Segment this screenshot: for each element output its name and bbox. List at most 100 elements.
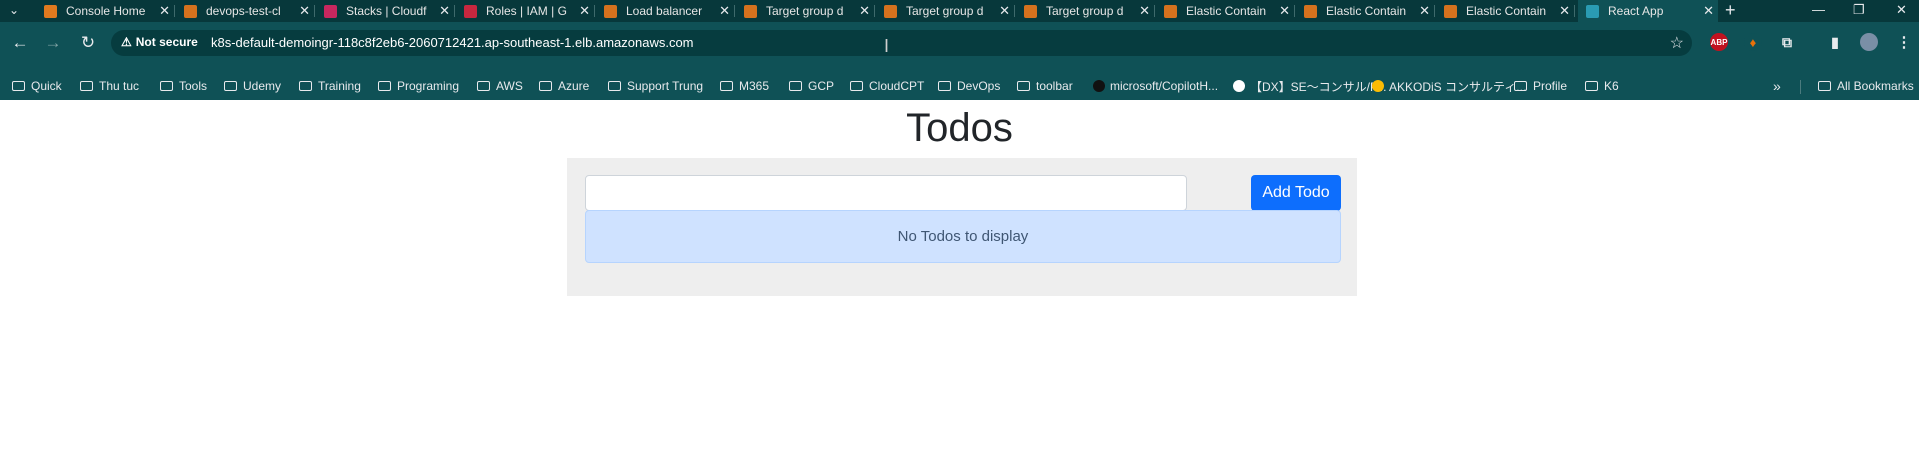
- tab-title: Elastic Contain: [1186, 4, 1267, 18]
- url-text[interactable]: k8s-default-demoingr-118c8f2eb6-20607124…: [211, 35, 694, 50]
- tab-title: devops-test-cl: [206, 4, 281, 18]
- tab-close-icon[interactable]: ✕: [1703, 3, 1714, 19]
- folder-icon: [1585, 81, 1598, 91]
- tab-8[interactable]: Target group d ✕: [1016, 0, 1155, 22]
- tab-close-icon[interactable]: ✕: [439, 3, 450, 19]
- bookmark-item[interactable]: GCP: [789, 78, 834, 94]
- folder-icon: [477, 81, 490, 91]
- tab-favicon-icon: [1586, 4, 1599, 18]
- tab-12[interactable]: React App ✕: [1578, 0, 1718, 22]
- bookmark-item[interactable]: M365: [720, 78, 769, 94]
- todo-input[interactable]: [585, 175, 1187, 211]
- tab-7[interactable]: Target group d ✕: [876, 0, 1015, 22]
- bookmark-item[interactable]: CloudCPT: [850, 78, 924, 94]
- bookmark-label: Azure: [558, 79, 590, 93]
- bookmark-item[interactable]: Profile: [1514, 78, 1567, 94]
- tab-separator: [874, 5, 875, 17]
- tab-separator: [734, 5, 735, 17]
- bookmark-item[interactable]: Azure: [539, 78, 589, 94]
- tab-close-icon[interactable]: ✕: [1419, 3, 1430, 19]
- all-bookmarks[interactable]: All Bookmarks: [1818, 78, 1914, 94]
- bookmark-item[interactable]: Programing: [378, 78, 459, 94]
- reload-icon[interactable]: ↻: [76, 31, 100, 55]
- side-panel-icon[interactable]: ▮: [1826, 33, 1844, 51]
- tab-3[interactable]: Stacks | Cloudf ✕: [316, 0, 455, 22]
- bookmark-label: Thu tuc: [99, 79, 140, 93]
- bookmark-label: microsoft/CopilotH...: [1110, 79, 1219, 93]
- tab-title: Elastic Contain: [1326, 4, 1407, 18]
- tab-separator: [454, 5, 455, 17]
- tab-separator: [1434, 5, 1435, 17]
- folder-icon: [720, 81, 733, 91]
- tab-close-icon[interactable]: ✕: [1279, 3, 1290, 19]
- bookmark-label: Training: [318, 79, 361, 93]
- tab-favicon-icon: [884, 4, 897, 18]
- security-indicator[interactable]: ⚠ Not secure: [121, 35, 198, 49]
- bookmark-item[interactable]: Training: [299, 78, 361, 94]
- extensions-puzzle-icon[interactable]: ⧉: [1778, 33, 1796, 51]
- bookmark-star-icon[interactable]: ☆: [1670, 33, 1684, 53]
- tab-close-icon[interactable]: ✕: [159, 3, 170, 19]
- tab-title: Console Home: [66, 4, 146, 18]
- minimize-icon[interactable]: —: [1812, 0, 1825, 22]
- bookmark-item[interactable]: AWS: [477, 78, 523, 94]
- tab-favicon-icon: [324, 4, 337, 18]
- bookmark-label: CloudCPT: [869, 79, 925, 93]
- bookmark-item[interactable]: 【DX】SE〜コンサル/P...: [1233, 78, 1386, 94]
- tab-separator: [1294, 5, 1295, 17]
- tab-2[interactable]: devops-test-cl ✕: [176, 0, 315, 22]
- tab-separator: [594, 5, 595, 17]
- tab-6[interactable]: Target group d ✕: [736, 0, 875, 22]
- bookmark-item[interactable]: Udemy: [224, 78, 281, 94]
- bookmark-item[interactable]: Support Trung: [608, 78, 703, 94]
- tab-favicon-icon: [184, 4, 197, 18]
- tab-title: Elastic Contain: [1466, 4, 1547, 18]
- menu-kebab-icon[interactable]: ⋮: [1895, 33, 1913, 51]
- address-bar[interactable]: ⚠ Not secure k8s-default-demoingr-118c8f…: [111, 30, 1692, 56]
- restore-icon[interactable]: ❐: [1853, 0, 1865, 22]
- site-favicon-icon: [1093, 80, 1105, 92]
- bookmark-label: 【DX】SE〜コンサル/P...: [1250, 79, 1387, 94]
- tab-close-icon[interactable]: ✕: [1559, 3, 1570, 19]
- bookmark-item[interactable]: Thu tuc: [80, 78, 139, 94]
- tab-close-icon[interactable]: ✕: [859, 3, 870, 19]
- adblock-extension-icon[interactable]: ABP: [1710, 33, 1728, 51]
- bookmark-label: Tools: [179, 79, 208, 93]
- bookmark-item[interactable]: Tools: [160, 78, 207, 94]
- site-favicon-icon: [1233, 80, 1245, 92]
- tab-close-icon[interactable]: ✕: [999, 3, 1010, 19]
- tab-favicon-icon: [44, 4, 57, 18]
- bookmark-item[interactable]: DevOps: [938, 78, 1000, 94]
- tab-close-icon[interactable]: ✕: [579, 3, 590, 19]
- bookmark-item[interactable]: AKKODiS コンサルティ...: [1372, 78, 1526, 94]
- bookmark-item[interactable]: toolbar: [1017, 78, 1073, 94]
- back-icon[interactable]: ←: [8, 31, 32, 55]
- tab-search-icon[interactable]: ⌄: [4, 1, 24, 19]
- tab-11[interactable]: Elastic Contain ✕: [1436, 0, 1575, 22]
- folder-icon: [850, 81, 863, 91]
- tab-title: Target group d: [766, 4, 844, 18]
- bookmark-label: AWS: [496, 79, 523, 93]
- folder-icon: [539, 81, 552, 91]
- tab-9[interactable]: Elastic Contain ✕: [1156, 0, 1295, 22]
- bookmark-item[interactable]: K6: [1585, 78, 1619, 94]
- add-todo-button[interactable]: Add Todo: [1251, 175, 1341, 211]
- forward-icon[interactable]: →: [41, 31, 65, 55]
- bookmark-item[interactable]: Quick: [12, 78, 62, 94]
- more-bookmarks-icon[interactable]: »: [1773, 78, 1781, 94]
- tab-10[interactable]: Elastic Contain ✕: [1296, 0, 1435, 22]
- tab-close-icon[interactable]: ✕: [719, 3, 730, 19]
- bookmark-item[interactable]: microsoft/CopilotH...: [1093, 78, 1218, 94]
- tab-close-icon[interactable]: ✕: [299, 3, 310, 19]
- fire-extension-icon[interactable]: ♦: [1744, 33, 1762, 51]
- close-window-icon[interactable]: ✕: [1896, 0, 1907, 22]
- tab-close-icon[interactable]: ✕: [1139, 3, 1150, 19]
- tab-4[interactable]: Roles | IAM | G ✕: [456, 0, 595, 22]
- profile-avatar[interactable]: [1860, 33, 1878, 51]
- new-tab-button[interactable]: +: [1725, 0, 1736, 22]
- tab-1[interactable]: Console Home ✕: [36, 0, 175, 22]
- tab-title: React App: [1608, 4, 1664, 18]
- page-title: Todos: [906, 106, 1013, 150]
- security-label: Not secure: [135, 35, 198, 49]
- tab-5[interactable]: Load balancer ✕: [596, 0, 735, 22]
